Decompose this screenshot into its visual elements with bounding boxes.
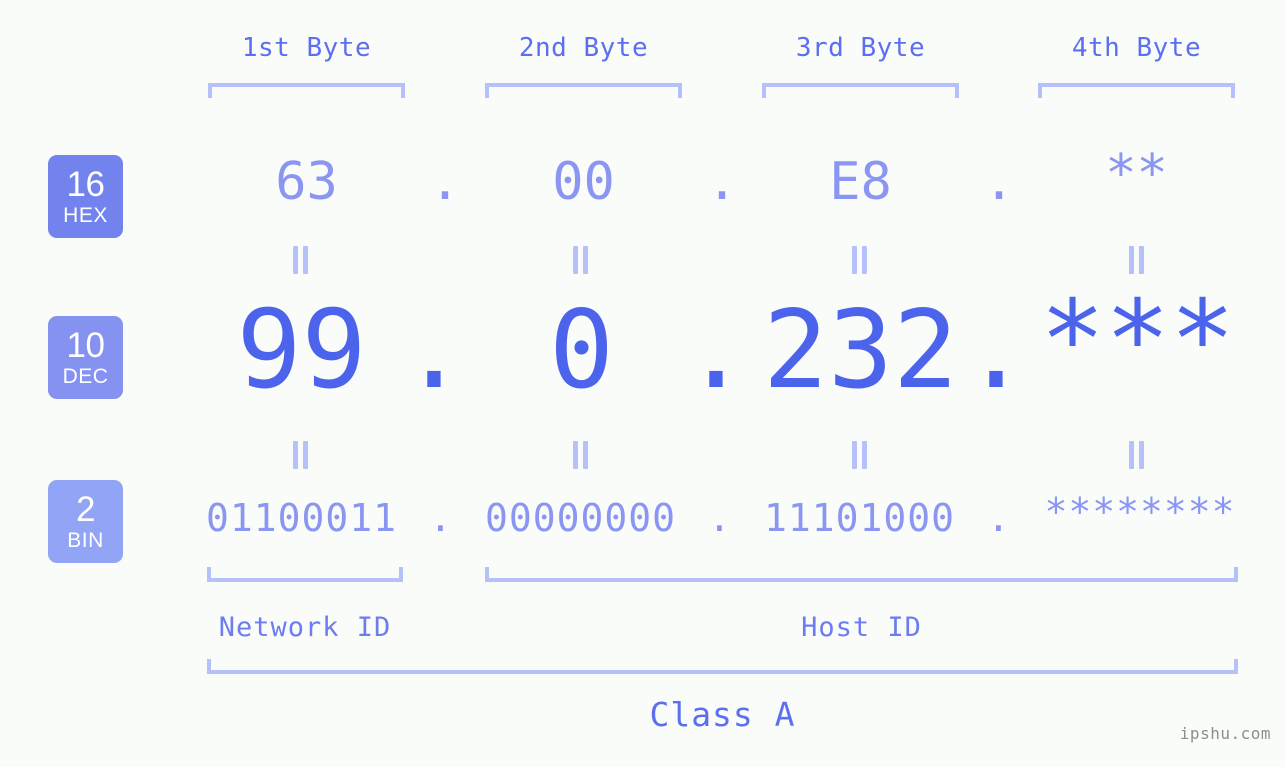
base-badge-dec-label: DEC xyxy=(62,365,109,388)
byte-bracket-1 xyxy=(208,83,405,98)
equals-connector-hex-dec-1 xyxy=(292,246,310,274)
host-id-label: Host ID xyxy=(801,612,922,643)
class-label: Class A xyxy=(649,695,796,734)
hex-separator-1: . xyxy=(429,152,461,212)
equals-connector-hex-dec-3 xyxy=(851,246,869,274)
base-badge-bin: 2 BIN xyxy=(48,480,123,563)
dec-byte-4: *** xyxy=(1039,278,1236,403)
base-badge-dec: 10 DEC xyxy=(48,316,123,399)
byte-header-1: 1st Byte xyxy=(241,33,372,63)
dec-separator-2: . xyxy=(683,288,749,413)
hex-byte-1: 63 xyxy=(275,152,338,212)
hex-separator-3: . xyxy=(983,152,1015,212)
equals-connector-dec-bin-4 xyxy=(1128,441,1146,469)
dec-byte-2: 0 xyxy=(548,288,615,413)
equals-connector-dec-bin-2 xyxy=(572,441,590,469)
hex-separator-2: . xyxy=(706,152,738,212)
byte-header-3: 3rd Byte xyxy=(795,33,926,63)
base-badge-dec-number: 10 xyxy=(66,326,105,365)
ip-breakdown-diagram: 1st Byte 2nd Byte 3rd Byte 4th Byte 16 H… xyxy=(0,0,1285,767)
byte-bracket-4 xyxy=(1038,83,1235,98)
base-badge-bin-number: 2 xyxy=(76,490,95,529)
site-watermark: ipshu.com xyxy=(1179,724,1271,743)
network-id-label: Network ID xyxy=(218,612,392,643)
host-id-bracket xyxy=(485,567,1238,582)
base-badge-bin-label: BIN xyxy=(67,529,104,552)
base-badge-hex-label: HEX xyxy=(63,204,108,227)
bin-separator-2: . xyxy=(708,496,732,540)
dec-byte-1: 99 xyxy=(236,288,367,413)
byte-header-2: 2nd Byte xyxy=(518,33,649,63)
bin-byte-2: 00000000 xyxy=(484,496,677,540)
base-badge-hex-number: 16 xyxy=(66,165,105,204)
dec-separator-3: . xyxy=(963,288,1029,413)
base-badge-hex: 16 HEX xyxy=(48,155,123,238)
bin-separator-3: . xyxy=(987,496,1011,540)
bin-byte-1: 01100011 xyxy=(205,496,398,540)
equals-connector-hex-dec-2 xyxy=(572,246,590,274)
class-bracket xyxy=(207,659,1238,674)
network-id-bracket xyxy=(207,567,403,582)
equals-connector-dec-bin-3 xyxy=(851,441,869,469)
bin-separator-1: . xyxy=(429,496,453,540)
hex-byte-2: 00 xyxy=(552,152,615,212)
dec-byte-3: 232 xyxy=(762,288,959,413)
hex-byte-4: ** xyxy=(1105,144,1168,204)
byte-bracket-2 xyxy=(485,83,682,98)
bin-byte-4: ******** xyxy=(1044,490,1236,534)
byte-header-4: 4th Byte xyxy=(1071,33,1202,63)
bin-byte-3: 11101000 xyxy=(763,496,956,540)
equals-connector-hex-dec-4 xyxy=(1128,246,1146,274)
hex-byte-3: E8 xyxy=(829,152,892,212)
byte-bracket-3 xyxy=(762,83,959,98)
dec-separator-1: . xyxy=(401,288,467,413)
equals-connector-dec-bin-1 xyxy=(292,441,310,469)
